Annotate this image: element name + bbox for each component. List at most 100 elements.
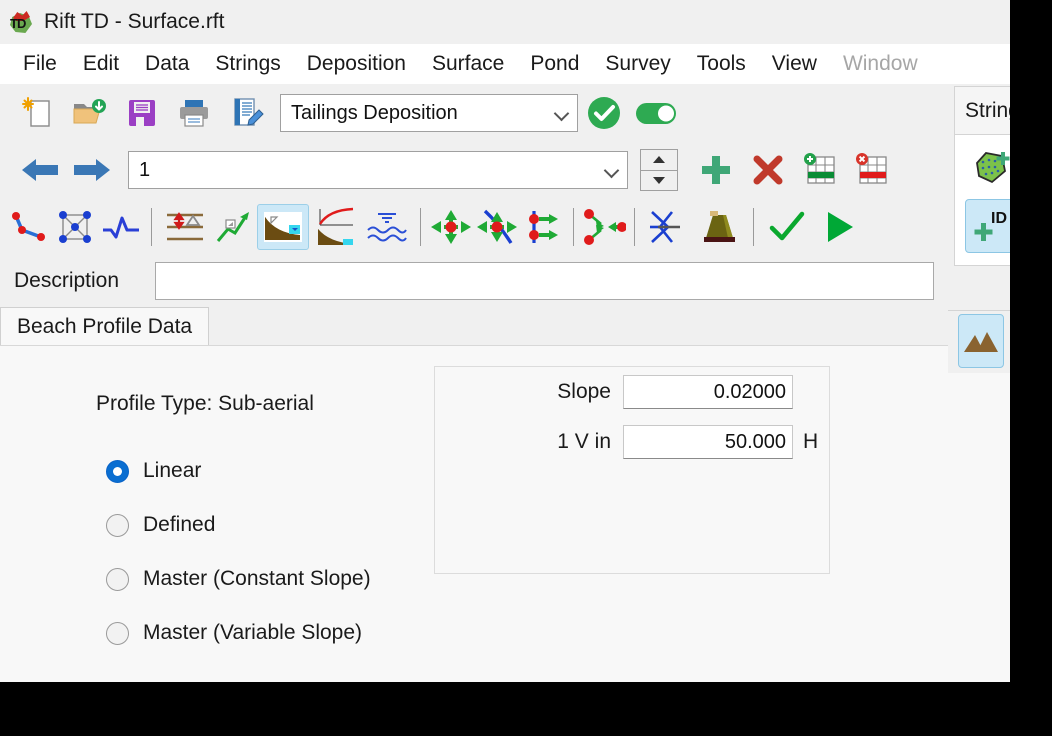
menu-strings[interactable]: Strings <box>202 52 293 76</box>
ratio-field-row: 1 V in H <box>435 417 829 467</box>
spinner-down-button[interactable] <box>640 170 678 191</box>
open-file-button[interactable] <box>64 90 116 136</box>
profile-curve-tool-button[interactable] <box>309 204 361 250</box>
tools-toolbar <box>0 198 1030 256</box>
converge-nodes-icon <box>584 209 626 245</box>
radio-linear-indicator[interactable] <box>106 459 129 483</box>
move-node-tool-button[interactable] <box>428 204 474 250</box>
radio-option-master-variable-slope[interactable]: Master (Variable Slope) <box>106 606 371 660</box>
titlebar: TD Rift TD - Surface.rft <box>0 0 1030 44</box>
record-index-combo[interactable]: 1 <box>128 151 628 189</box>
new-document-icon <box>22 97 50 127</box>
add-record-button[interactable] <box>690 147 742 193</box>
arrow-right-icon <box>74 159 110 181</box>
remove-row-button[interactable] <box>846 147 898 193</box>
record-spinner[interactable] <box>640 149 678 191</box>
new-document-button[interactable] <box>12 90 64 136</box>
terrain-mountains-icon <box>964 332 999 352</box>
description-input[interactable] <box>155 262 934 300</box>
main-window: TD Rift TD - Surface.rft File Edit Data … <box>0 0 1030 706</box>
radio-defined-label: Defined <box>143 513 216 536</box>
slope-arrow-tool-button[interactable] <box>211 204 257 250</box>
embankment-tool-button[interactable] <box>694 204 746 250</box>
move-on-curve-tool-button[interactable] <box>474 204 520 250</box>
terrain-view-button[interactable] <box>958 314 1005 368</box>
slope-input[interactable] <box>623 375 793 409</box>
water-waves-tool-button[interactable] <box>361 204 413 250</box>
intersection-icon <box>650 211 680 243</box>
menu-surface[interactable]: Surface <box>419 52 517 76</box>
menu-view[interactable]: View <box>759 52 830 76</box>
delete-record-button[interactable] <box>742 147 794 193</box>
radio-master-constant-indicator[interactable] <box>106 567 129 591</box>
water-waves-icon <box>367 213 407 242</box>
window-title: Rift TD - Surface.rft <box>44 10 225 33</box>
edit-notes-icon <box>234 98 264 126</box>
plus-icon <box>702 156 730 184</box>
menu-pond[interactable]: Pond <box>517 52 592 76</box>
edit-notes-button[interactable] <box>220 90 272 136</box>
mesh-node-icon <box>59 211 91 243</box>
apply-button[interactable] <box>578 90 630 136</box>
accept-button[interactable] <box>761 204 813 250</box>
menu-deposition[interactable]: Deposition <box>294 52 419 76</box>
menubar: File Edit Data Strings Deposition Surfac… <box>0 44 1030 84</box>
print-button[interactable] <box>168 90 220 136</box>
polyline-icon <box>12 212 45 241</box>
ratio-label: 1 V in <box>557 430 611 453</box>
spinner-up-icon <box>653 156 665 164</box>
save-button[interactable] <box>116 90 168 136</box>
dock-scrollbar[interactable] <box>1016 130 1020 260</box>
beach-profile-tool-button[interactable] <box>257 204 309 250</box>
deposition-mode-combo[interactable]: Tailings Deposition <box>280 94 578 132</box>
view-mode-strip <box>948 310 1052 373</box>
tab-beach-profile-data[interactable]: Beach Profile Data <box>0 307 210 345</box>
toolbar-separator <box>151 208 152 246</box>
deposition-mode-value: Tailings Deposition <box>291 101 458 124</box>
record-nav-toolbar: 1 <box>0 142 1030 198</box>
offset-nodes-tool-button[interactable] <box>520 204 566 250</box>
previous-record-button[interactable] <box>14 147 66 193</box>
profile-curve-icon <box>318 207 354 245</box>
slope-field-row: Slope <box>435 367 829 417</box>
mesh-node-tool-button[interactable] <box>52 204 98 250</box>
elevation-delta-tool-button[interactable] <box>159 204 211 250</box>
radio-option-master-constant-slope[interactable]: Master (Constant Slope) <box>106 552 371 606</box>
toolbar-separator <box>573 208 574 246</box>
move-node-icon <box>431 210 471 244</box>
slope-arrow-icon <box>216 212 249 242</box>
print-icon <box>180 100 208 127</box>
toggle-on-icon <box>636 103 676 124</box>
next-record-button[interactable] <box>66 147 118 193</box>
file-toolbar: Tailings Deposition <box>0 84 1030 142</box>
converge-nodes-tool-button[interactable] <box>581 204 627 250</box>
add-id-button[interactable]: ID <box>965 199 1023 253</box>
radio-option-linear[interactable]: Linear <box>106 444 371 498</box>
menu-edit[interactable]: Edit <box>70 52 132 76</box>
intersection-view-button[interactable] <box>1006 314 1052 368</box>
ratio-input[interactable] <box>623 425 793 459</box>
run-button[interactable] <box>813 204 865 250</box>
add-polygon-icon <box>976 152 1010 184</box>
toolbar-separator <box>634 208 635 246</box>
polyline-tool-button[interactable] <box>6 204 52 250</box>
description-row: Description <box>0 256 1030 306</box>
add-polygon-button[interactable] <box>965 143 1023 197</box>
enable-toggle[interactable] <box>630 90 682 136</box>
insert-row-button[interactable] <box>794 147 846 193</box>
intersection-tool-button[interactable] <box>642 204 694 250</box>
spinner-down-icon <box>653 176 665 184</box>
radio-option-defined[interactable]: Defined <box>106 498 371 552</box>
spinner-up-button[interactable] <box>640 149 678 171</box>
radio-linear-label: Linear <box>143 459 202 482</box>
waveform-tool-button[interactable] <box>98 204 144 250</box>
menu-survey[interactable]: Survey <box>592 52 683 76</box>
menu-file[interactable]: File <box>10 52 70 76</box>
radio-master-variable-indicator[interactable] <box>106 621 129 645</box>
arrow-left-icon <box>22 159 58 181</box>
menu-data[interactable]: Data <box>132 52 202 76</box>
menu-tools[interactable]: Tools <box>684 52 759 76</box>
chevron-down-icon <box>603 161 621 179</box>
green-check-circle-icon <box>588 97 620 129</box>
radio-defined-indicator[interactable] <box>106 513 129 537</box>
